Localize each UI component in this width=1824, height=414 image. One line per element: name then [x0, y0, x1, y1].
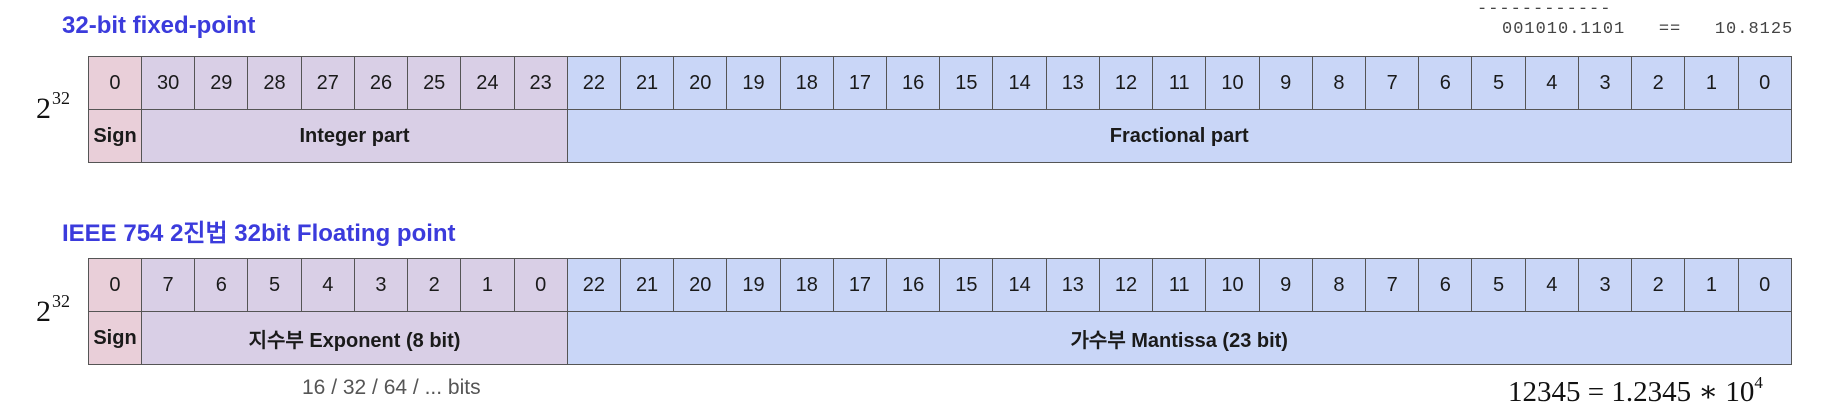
exponent-field: 지수부 Exponent (8 bit)	[142, 312, 568, 365]
bit-index-cell: 7	[1366, 57, 1420, 110]
bit-index-cell: 11	[1153, 57, 1207, 110]
power-exponent: 32	[52, 88, 70, 108]
bit-index-cell: 11	[1153, 259, 1207, 312]
bit-index-cell: 18	[780, 259, 834, 312]
bit-index-cell: 28	[248, 57, 302, 110]
floating-point-power: 232	[36, 291, 70, 329]
bit-index-cell: 4	[1525, 57, 1579, 110]
bit-index-cell: 5	[248, 259, 302, 312]
bit-index-cell: 0	[514, 259, 568, 312]
bit-index-cell: 7	[141, 259, 196, 312]
power-base: 2	[36, 92, 51, 125]
equality-operator: ==	[1658, 20, 1682, 39]
bit-index-cell: 17	[833, 259, 888, 312]
bit-index-cell: 1	[461, 259, 515, 312]
bit-index-cell: 29	[195, 57, 249, 110]
bit-index-cell: 7	[1366, 259, 1420, 312]
bit-index-cell: 4	[301, 259, 355, 312]
bit-index-cell: 14	[993, 259, 1047, 312]
power-exponent: 32	[52, 291, 70, 311]
bit-index-cell: 20	[674, 57, 728, 110]
bit-index-cell: 18	[780, 57, 834, 110]
bit-index-cell: 0	[89, 57, 142, 110]
binary-equation: 001010.1101 == 10.8125	[1502, 20, 1793, 39]
bit-index-cell: 12	[1099, 57, 1154, 110]
bit-index-cell: 2	[1632, 57, 1686, 110]
bit-index-cell: 9	[1259, 259, 1313, 312]
fixed-point-label-row: Sign Integer part Fractional part	[89, 110, 1792, 163]
bit-index-cell: 5	[1472, 259, 1526, 312]
bit-index-cell: 8	[1312, 259, 1367, 312]
bit-index-cell: 23	[514, 57, 568, 110]
floating-point-label-row: Sign 지수부 Exponent (8 bit) 가수부 Mantissa (…	[89, 312, 1792, 365]
bit-index-cell: 22	[567, 57, 621, 110]
bit-index-cell: 15	[940, 259, 994, 312]
bit-index-cell: 9	[1259, 57, 1313, 110]
annotation-dashes: ------------	[1477, 0, 1612, 19]
binary-value: 001010.1101	[1502, 20, 1626, 39]
bit-index-cell: 5	[1472, 57, 1526, 110]
bit-index-cell: 6	[1419, 259, 1473, 312]
floating-point-bit-row: 0 7 6 5 4 3 2 1 0 22 21 20 19 18 17 16 15 14 13 12 11 10 9 8 7 6 5…	[89, 259, 1792, 312]
fixed-point-power: 232	[36, 88, 70, 126]
bit-index-cell: 20	[674, 259, 728, 312]
fixed-point-title: 32-bit fixed-point	[62, 12, 256, 39]
integer-part-field: Integer part	[142, 110, 568, 163]
bit-index-cell: 12	[1099, 259, 1154, 312]
bit-index-cell: 26	[354, 57, 409, 110]
bit-index-cell: 6	[1419, 57, 1473, 110]
bit-index-cell: 19	[727, 259, 781, 312]
bit-index-cell: 4	[1525, 259, 1579, 312]
bit-index-cell: 2	[408, 259, 462, 312]
bit-index-cell: 17	[833, 57, 888, 110]
bit-index-cell: 13	[1046, 57, 1100, 110]
formula-base: 12345 = 1.2345 ∗ 10	[1508, 376, 1755, 408]
bit-index-cell: 1	[1685, 259, 1739, 312]
sign-field: Sign	[89, 312, 142, 365]
bits-size-note: 16 / 32 / 64 / ... bits	[302, 376, 481, 399]
bit-index-cell: 13	[1046, 259, 1100, 312]
bit-index-cell: 19	[727, 57, 781, 110]
bit-index-cell: 3	[354, 259, 409, 312]
bit-index-cell: 16	[887, 259, 941, 312]
bit-index-cell: 1	[1685, 57, 1739, 110]
bit-index-cell: 25	[408, 57, 462, 110]
bit-index-cell: 21	[620, 259, 675, 312]
floating-point-table: 0 7 6 5 4 3 2 1 0 22 21 20 19 18 17 16 15 14 13 12 11 10 9 8 7 6 5…	[88, 258, 1792, 365]
formula-exponent: 4	[1754, 373, 1763, 392]
bit-index-cell: 0	[1738, 57, 1792, 110]
decimal-value: 10.8125	[1714, 20, 1794, 39]
bit-index-cell: 21	[620, 57, 675, 110]
power-base: 2	[36, 295, 51, 328]
fractional-part-field: Fractional part	[568, 110, 1792, 163]
scientific-notation-formula: 12345 = 1.2345 ∗ 104	[1508, 373, 1763, 409]
bit-index-cell: 6	[195, 259, 249, 312]
bit-index-cell: 30	[141, 57, 196, 110]
bit-index-cell: 10	[1206, 259, 1260, 312]
bit-index-cell: 16	[887, 57, 941, 110]
bit-index-cell: 0	[1738, 259, 1792, 312]
bit-index-cell: 0	[89, 259, 142, 312]
fixed-point-bit-row: 0 30 29 28 27 26 25 24 23 22 21 20 19 18 17 16 15 14 13 12 1…	[89, 57, 1792, 110]
bit-index-cell: 3	[1578, 57, 1633, 110]
mantissa-field: 가수부 Mantissa (23 bit)	[568, 312, 1792, 365]
bit-index-cell: 24	[461, 57, 515, 110]
fixed-point-table: 0 30 29 28 27 26 25 24 23 22 21 20 19 18 17 16 15 14 13 12 1…	[88, 56, 1792, 163]
bit-index-cell: 3	[1578, 259, 1633, 312]
bit-index-cell: 15	[940, 57, 994, 110]
bit-index-cell: 22	[567, 259, 621, 312]
floating-point-title: IEEE 754 2진법 32bit Floating point	[62, 220, 456, 247]
sign-field: Sign	[89, 110, 142, 163]
bit-index-cell: 27	[301, 57, 355, 110]
bit-index-cell: 8	[1312, 57, 1367, 110]
bit-index-cell: 10	[1206, 57, 1260, 110]
bit-index-cell: 2	[1632, 259, 1686, 312]
bit-index-cell: 14	[993, 57, 1047, 110]
